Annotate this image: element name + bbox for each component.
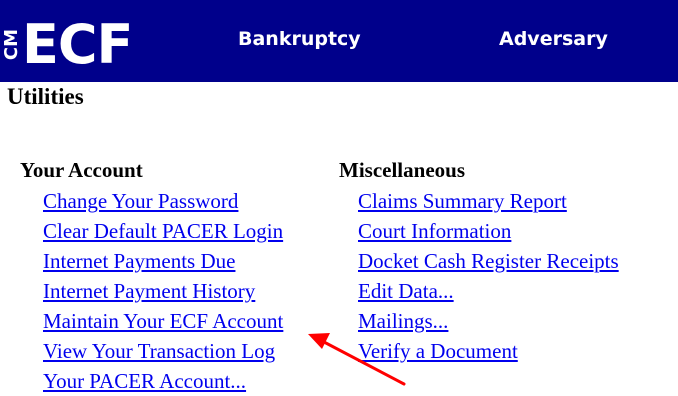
arrow-head — [308, 333, 330, 349]
edit-data-link[interactable]: Edit Data... — [358, 279, 454, 303]
list-item: Clear Default PACER Login — [43, 216, 283, 246]
list-item: Maintain Your ECF Account — [43, 306, 283, 336]
docket-cash-register-receipts-link[interactable]: Docket Cash Register Receipts — [358, 249, 619, 273]
your-account-heading: Your Account — [20, 158, 143, 182]
claims-summary-report-link[interactable]: Claims Summary Report — [358, 189, 567, 213]
pacer-account-link[interactable]: Your PACER Account... — [43, 369, 246, 393]
list-item: View Your Transaction Log — [43, 336, 283, 366]
list-item: Change Your Password — [43, 186, 283, 216]
cmecf-logo[interactable]: CM ECF — [1, 13, 133, 77]
your-account-links: Change Your Password Clear Default PACER… — [43, 186, 283, 396]
list-item: Internet Payment History — [43, 276, 283, 306]
logo-cm-text: CM — [1, 29, 22, 61]
list-item: Internet Payments Due — [43, 246, 283, 276]
miscellaneous-heading: Miscellaneous — [339, 158, 465, 182]
list-item: Your PACER Account... — [43, 366, 283, 396]
menu-adversary[interactable]: Adversary — [499, 28, 608, 50]
internet-payment-history-link[interactable]: Internet Payment History — [43, 279, 255, 303]
court-information-link[interactable]: Court Information — [358, 219, 511, 243]
page-title: Utilities — [7, 84, 84, 109]
maintain-ecf-account-link[interactable]: Maintain Your ECF Account — [43, 309, 283, 333]
red-arrow-annotation — [308, 333, 406, 386]
menu-bankruptcy[interactable]: Bankruptcy — [238, 28, 361, 50]
list-item: Docket Cash Register Receipts — [358, 246, 619, 276]
top-navigation-bar: CM ECF Bankruptcy Adversary — [0, 0, 678, 82]
list-item: Court Information — [358, 216, 619, 246]
internet-payments-due-link[interactable]: Internet Payments Due — [43, 249, 235, 273]
arrow-shaft — [322, 340, 406, 386]
list-item: Edit Data... — [358, 276, 619, 306]
list-item: Claims Summary Report — [358, 186, 619, 216]
change-password-link[interactable]: Change Your Password — [43, 189, 238, 213]
clear-default-pacer-login-link[interactable]: Clear Default PACER Login — [43, 219, 283, 243]
view-transaction-log-link[interactable]: View Your Transaction Log — [43, 339, 275, 363]
logo-ecf-text: ECF — [22, 13, 133, 76]
